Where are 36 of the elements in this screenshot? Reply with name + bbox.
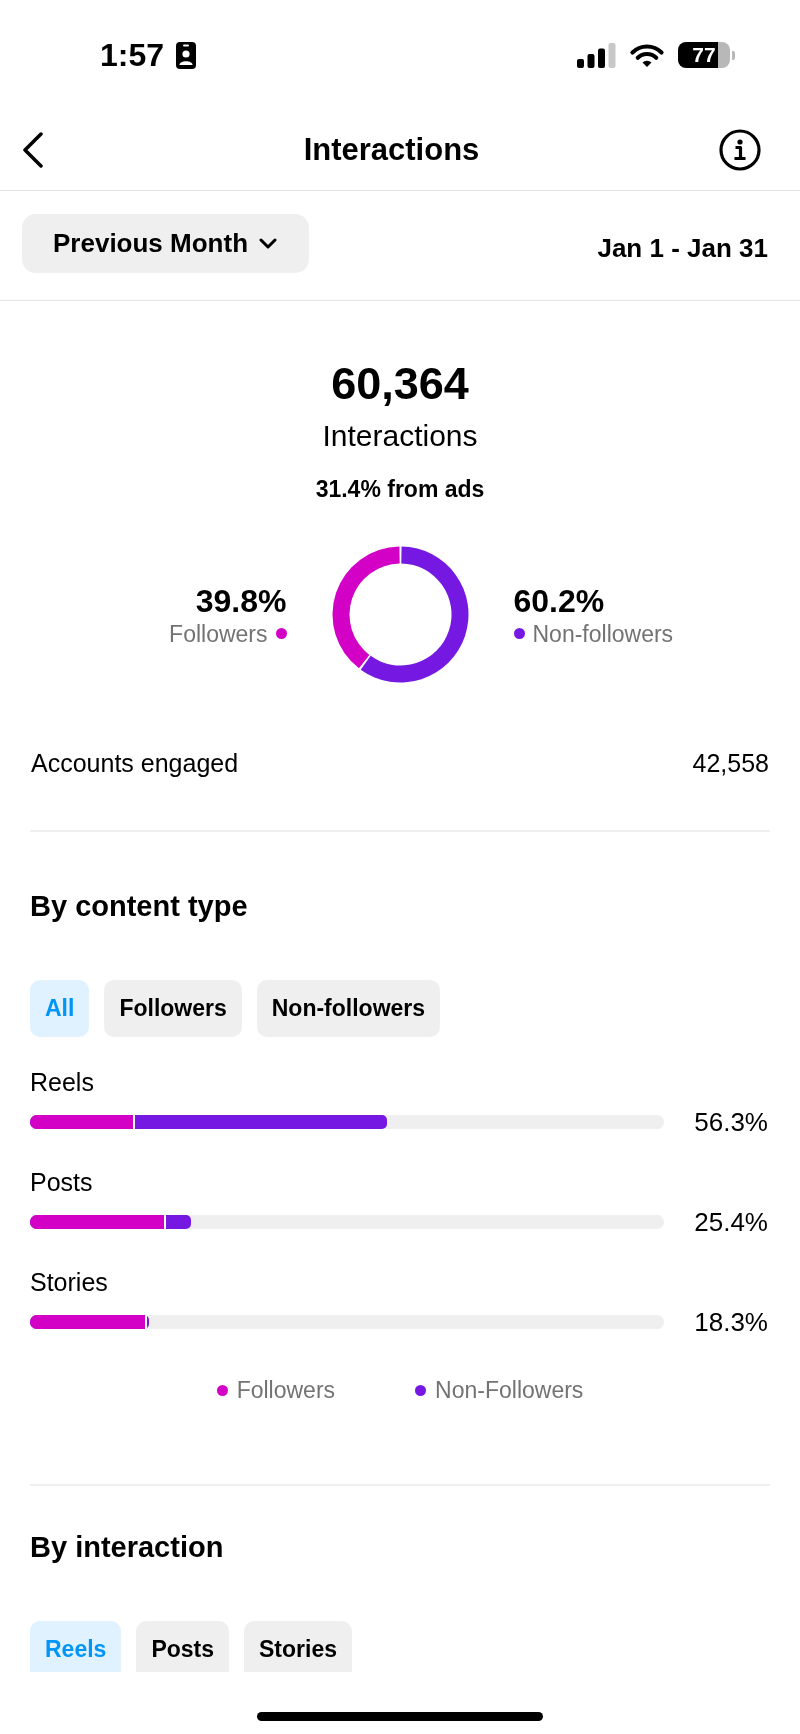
wifi-icon xyxy=(628,42,666,68)
info-icon xyxy=(719,129,761,171)
accounts-engaged-value: 42,558 xyxy=(692,748,769,778)
interaction-tab[interactable]: Posts xyxy=(136,1621,229,1672)
audience-label: Followers xyxy=(169,619,268,648)
back-button[interactable] xyxy=(22,132,44,168)
page-title: Interactions xyxy=(303,131,480,169)
content-type-percentage: 56.3% xyxy=(694,1107,768,1137)
interaction-tab[interactable]: Stories xyxy=(244,1621,352,1672)
chevron-left-icon xyxy=(22,132,44,168)
audience-label: Non-followers xyxy=(532,619,674,648)
status-time: 1:57 xyxy=(100,36,165,74)
total-label: Interactions xyxy=(322,418,478,454)
id-badge-icon xyxy=(176,41,197,69)
content-type-label: Posts xyxy=(30,1167,93,1197)
chevron-down-icon xyxy=(259,238,277,249)
content-type-percentage: 25.4% xyxy=(694,1207,768,1237)
section-title: By interaction xyxy=(30,1530,224,1565)
signal-icon xyxy=(577,42,616,68)
content-type-label: Reels xyxy=(30,1067,94,1097)
info-button[interactable] xyxy=(719,129,761,171)
audience-percentage: 60.2% xyxy=(513,581,605,620)
legend-label: Followers xyxy=(236,1376,336,1404)
total-interactions: 60,364 xyxy=(331,358,469,410)
content-type-percentage: 18.3% xyxy=(694,1307,768,1337)
content-type-label: Stories xyxy=(30,1267,108,1297)
period-dropdown[interactable]: Previous Month xyxy=(22,214,309,273)
ads-share: 31.4% from ads xyxy=(315,475,485,503)
filter-chip[interactable]: Non-followers xyxy=(256,980,441,1037)
filter-chip[interactable]: Followers xyxy=(104,980,242,1037)
accounts-engaged-label: Accounts engaged xyxy=(31,748,239,778)
battery-percentage: 77 xyxy=(692,43,716,67)
audience-percentage: 39.8% xyxy=(195,581,287,620)
legend-label: Non-Followers xyxy=(435,1376,584,1404)
section-title: By content type xyxy=(30,889,248,924)
date-range: Jan 1 - Jan 31 xyxy=(597,233,768,263)
